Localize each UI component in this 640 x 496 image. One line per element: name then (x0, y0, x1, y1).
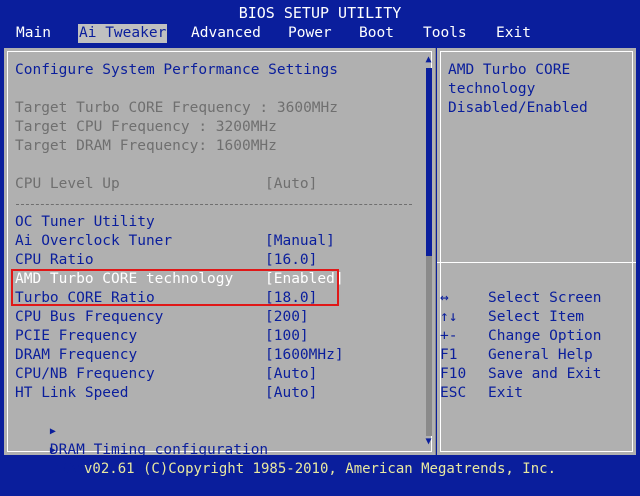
submenu-dram-timing[interactable]: ▶ DRAM Timing configuration (15, 403, 268, 458)
oc-tuner-utility[interactable]: OC Tuner Utility (15, 213, 155, 231)
pcie-frequency-value[interactable]: [100] (265, 327, 309, 345)
ht-link-speed-value[interactable]: [Auto] (265, 384, 317, 402)
menu-exit[interactable]: Exit (495, 24, 532, 43)
help-separator (437, 262, 636, 263)
key-general-help: F1 (440, 347, 458, 363)
copyright-footer: v02.61 (C)Copyright 1985-2010, American … (83, 461, 556, 477)
cpu-ratio-label[interactable]: CPU Ratio (15, 251, 94, 269)
ai-overclock-tuner-label[interactable]: Ai Overclock Tuner (15, 232, 172, 250)
key-change-option: +- (440, 328, 458, 344)
menu-power[interactable]: Power (287, 24, 333, 43)
info-dram-frequency: Target DRAM Frequency: 1600MHz (15, 138, 277, 154)
dram-frequency-label[interactable]: DRAM Frequency (15, 346, 137, 364)
cpu-bus-frequency-value[interactable]: [200] (265, 308, 309, 326)
key-select-item: ↑↓ (440, 309, 458, 325)
key-select-screen-action: Select Screen (488, 290, 602, 306)
ai-overclock-tuner-value[interactable]: [Manual] (265, 232, 335, 250)
scroll-track[interactable] (426, 256, 432, 436)
menu-bar: Main Ai Tweaker Advanced Power Boot Tool… (0, 22, 640, 44)
scroll-down-arrow-icon[interactable]: ▼ (423, 436, 434, 448)
settings-panel: Configure System Performance Settings Ta… (4, 48, 436, 477)
scroll-up-arrow-icon[interactable]: ▲ (423, 54, 434, 66)
key-save-exit-action: Save and Exit (488, 366, 602, 382)
cpu-nb-frequency-label[interactable]: CPU/NB Frequency (15, 365, 155, 383)
info-cpu-frequency: Target CPU Frequency : 3200MHz (15, 119, 277, 135)
menu-tools[interactable]: Tools (422, 24, 468, 43)
bios-title: BIOS SETUP UTILITY (0, 0, 640, 22)
key-save-exit: F10 (440, 366, 467, 382)
help-line-3: Disabled/Enabled (448, 100, 588, 116)
pcie-frequency-label[interactable]: PCIE Frequency (15, 327, 137, 345)
key-select-item-action: Select Item (488, 309, 585, 325)
cpu-ratio-value[interactable]: [16.0] (265, 251, 317, 269)
info-turbo-frequency: Target Turbo CORE Frequency : 3600MHz (15, 100, 339, 116)
submenu-dram-timing-label: DRAM Timing configuration (49, 442, 269, 458)
section-title: Configure System Performance Settings (15, 62, 339, 78)
cpu-level-up-label: CPU Level Up (15, 176, 120, 192)
help-line-1: AMD Turbo CORE (448, 62, 571, 78)
cpu-bus-frequency-label[interactable]: CPU Bus Frequency (15, 308, 163, 326)
key-select-screen: ↔ (440, 290, 449, 306)
menu-ai-tweaker[interactable]: Ai Tweaker (78, 24, 168, 43)
key-exit-action: Exit (488, 385, 523, 401)
key-exit: ESC (440, 385, 467, 401)
dram-frequency-value[interactable]: [1600MHz] (265, 346, 344, 364)
key-general-help-action: General Help (488, 347, 593, 363)
key-change-option-action: Change Option (488, 328, 602, 344)
menu-main[interactable]: Main (15, 24, 52, 43)
scroll-thumb[interactable] (426, 68, 432, 256)
submenu-dram-driving[interactable]: ▶ DRAM Driving Configuration (15, 422, 277, 477)
cpu-level-up-value: [Auto] (265, 176, 318, 192)
help-line-2: technology (448, 81, 536, 97)
help-panel: AMD Turbo CORE technology Disabled/Enabl… (437, 48, 636, 455)
red-highlight-box (11, 269, 339, 306)
menu-boot[interactable]: Boot (358, 24, 395, 43)
ht-link-speed-label[interactable]: HT Link Speed (15, 384, 129, 402)
cpu-nb-frequency-value[interactable]: [Auto] (265, 365, 317, 383)
divider (16, 204, 412, 205)
menu-advanced[interactable]: Advanced (190, 24, 262, 43)
submenu-arrow-icon: ▶ (49, 445, 56, 456)
scrollbar[interactable]: ▲ ▼ (423, 54, 434, 449)
